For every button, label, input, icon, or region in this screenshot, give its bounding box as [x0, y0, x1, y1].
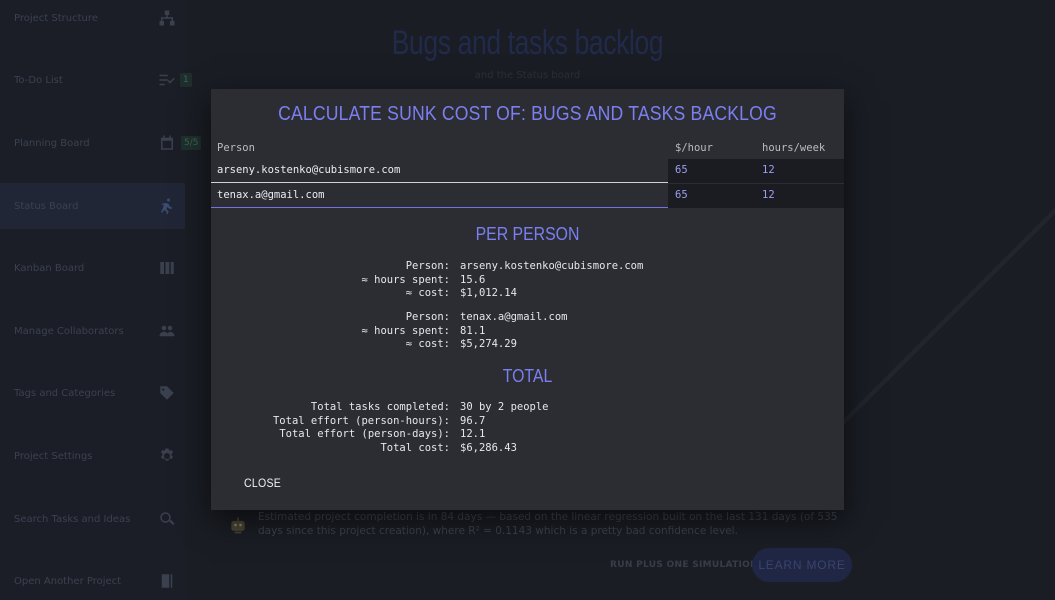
total-tasks-value: 30 by 2 people [460, 401, 549, 413]
rate-cell [668, 159, 844, 183]
total-cost-value: $6,286.43 [460, 441, 517, 454]
hours-value: 15.6 [460, 273, 486, 286]
cost-label: ≈ cost: [405, 338, 450, 350]
person-label: Person: [405, 260, 450, 272]
person-label: Person: [405, 311, 450, 323]
table-header: Person $/hour hours/week [211, 142, 844, 158]
cost-label: ≈ cost: [405, 287, 450, 299]
totals-block: Total tasks completed: 30 by 2 people Tot… [211, 401, 844, 455]
column-header-hours: hours/week [762, 142, 826, 154]
per-person-heading: PER PERSON [475, 224, 580, 244]
person-value: tenax.a@gmail.com [460, 311, 568, 323]
total-hours-label: Total effort (person-hours): [272, 414, 450, 427]
hours-per-week-input[interactable]: 12 [762, 164, 775, 176]
sunk-cost-dialog: CALCULATE SUNK COST OF: BUGS AND TASKS B… [211, 89, 844, 510]
column-header-rate: $/hour [675, 142, 713, 154]
hourly-rate-input[interactable]: 65 [675, 164, 688, 176]
total-cost-label: Total cost: [380, 441, 450, 454]
close-button[interactable]: CLOSE [244, 476, 281, 490]
total-heading: TOTAL [502, 366, 553, 386]
per-person-block: Person: arseny.kostenko@cubismore.com ≈ h… [211, 260, 844, 301]
total-tasks-label: Total tasks completed: [310, 401, 450, 413]
person-value: arseny.kostenko@cubismore.com [460, 260, 644, 272]
total-days-label: Total effort (person-days): [279, 428, 450, 440]
person-email: arseny.kostenko@cubismore.com [217, 164, 401, 176]
hourly-rate-input[interactable]: 65 [675, 189, 688, 201]
total-hours-value: 96.7 [460, 414, 486, 427]
rate-cell [668, 184, 844, 208]
dialog-title: CALCULATE SUNK COST OF: BUGS AND TASKS B… [278, 103, 777, 125]
cost-value: $1,012.14 [460, 287, 517, 299]
person-email: tenax.a@gmail.com [217, 189, 325, 201]
total-days-value: 12.1 [460, 428, 486, 440]
per-person-block: Person: tenax.a@gmail.com ≈ hours spent: 8… [211, 311, 844, 352]
table-row: arseny.kostenko@cubismore.com 65 12 [211, 159, 844, 183]
hours-per-week-input[interactable]: 12 [762, 189, 775, 201]
table-row: tenax.a@gmail.com 65 12 [211, 184, 844, 208]
hours-label: ≈ hours spent: [361, 273, 450, 286]
cost-value: $5,274.29 [460, 338, 517, 350]
column-header-person: Person [217, 142, 255, 154]
hours-label: ≈ hours spent: [361, 324, 450, 337]
hours-value: 81.1 [460, 324, 486, 337]
